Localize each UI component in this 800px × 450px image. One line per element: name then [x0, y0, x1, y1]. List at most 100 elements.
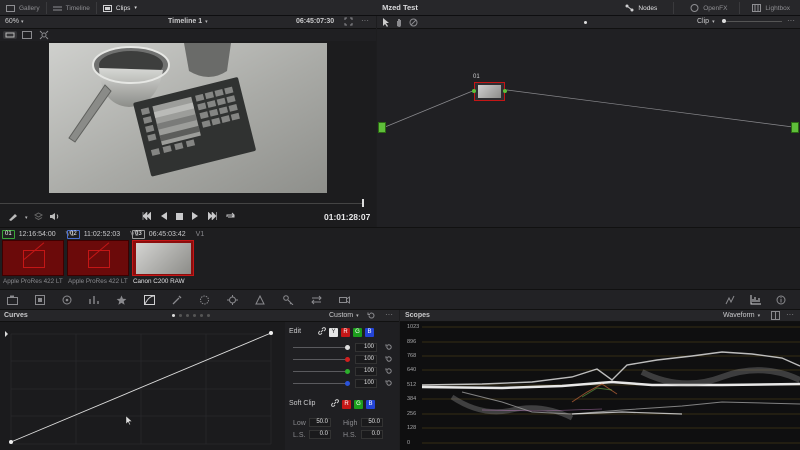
- lightbox-label: Lightbox: [765, 4, 790, 12]
- node-graph[interactable]: 01: [377, 29, 800, 227]
- channel-r-button[interactable]: R: [341, 327, 350, 337]
- chevron-down-icon: ▾: [134, 5, 137, 11]
- timeline-dropdown[interactable]: Timeline 1 ▾: [168, 18, 208, 25]
- timeline-icon: [52, 6, 62, 10]
- scope-scale-label: 384: [407, 396, 417, 402]
- clip-strip: 01 12:16:54:00 V1 Apple ProRes 422 LT 02 1…: [0, 227, 800, 289]
- channel-intensity-field[interactable]: 100: [355, 367, 377, 376]
- clips-button[interactable]: Clips ▾: [97, 0, 143, 16]
- single-view-icon[interactable]: [22, 31, 32, 41]
- motion-effects-icon[interactable]: [116, 295, 127, 307]
- color-wheels-icon[interactable]: [62, 295, 72, 307]
- softclip-g-button[interactable]: G: [354, 399, 363, 409]
- node-01[interactable]: [472, 82, 507, 101]
- stop-icon[interactable]: [176, 212, 183, 222]
- channel-y-button[interactable]: Y: [329, 327, 338, 337]
- link-icon[interactable]: [318, 327, 326, 337]
- curves-preset-dropdown[interactable]: Custom ▾: [329, 312, 359, 319]
- lightbox-button[interactable]: Lightbox: [746, 0, 800, 16]
- bypass-icon[interactable]: [409, 18, 418, 29]
- clip-thumbnail[interactable]: [2, 240, 64, 276]
- node-output-port[interactable]: [791, 122, 799, 133]
- channel-intensity-slider[interactable]: [293, 383, 347, 384]
- channel-intensity-slider[interactable]: [293, 359, 347, 360]
- 3d-icon[interactable]: [339, 295, 350, 307]
- zoom-dropdown[interactable]: 60% ▾: [5, 18, 24, 25]
- curves-graph[interactable]: [0, 322, 285, 450]
- hand-icon[interactable]: [395, 18, 403, 29]
- timeline-button[interactable]: Timeline: [47, 0, 96, 16]
- fullscreen-icon[interactable]: [344, 17, 353, 28]
- low-label: Low: [293, 420, 306, 427]
- scope-type-dropdown[interactable]: Waveform ▾: [723, 312, 760, 319]
- softclip-b-button[interactable]: B: [366, 399, 375, 409]
- reset-icon[interactable]: [385, 355, 393, 365]
- camera-raw-icon[interactable]: [7, 295, 18, 307]
- more-options-icon[interactable]: ···: [787, 16, 795, 25]
- node-zoom-slider[interactable]: [722, 21, 782, 22]
- playhead[interactable]: [362, 199, 364, 207]
- split-view-icon[interactable]: [3, 31, 17, 39]
- scopes-icon[interactable]: [750, 295, 761, 307]
- more-options-icon[interactable]: ···: [786, 310, 794, 319]
- slider-handle[interactable]: [345, 369, 350, 374]
- node-zoom-handle[interactable]: [722, 19, 726, 23]
- more-options-icon[interactable]: ···: [361, 16, 369, 25]
- node-mode-dropdown[interactable]: Clip ▾: [697, 18, 715, 25]
- reset-icon[interactable]: [385, 343, 393, 353]
- zoom-value: 60%: [5, 18, 20, 25]
- slider-handle[interactable]: [345, 357, 350, 362]
- slider-handle[interactable]: [345, 345, 350, 350]
- reset-icon[interactable]: [367, 311, 376, 322]
- window-icon[interactable]: [199, 295, 210, 307]
- pointer-icon[interactable]: [382, 18, 389, 29]
- softclip-r-button[interactable]: R: [342, 399, 351, 409]
- pen-tool-icon[interactable]: [8, 212, 19, 223]
- volume-icon[interactable]: [49, 212, 59, 223]
- viewer-canvas[interactable]: [0, 41, 376, 204]
- qualifier-icon[interactable]: [172, 295, 182, 307]
- playback-controls: [142, 211, 235, 222]
- loop-icon[interactable]: [226, 212, 235, 222]
- rgb-mixer-icon[interactable]: [89, 295, 99, 307]
- curves-header: Curves Custom ▾ ···: [0, 310, 399, 322]
- channel-intensity-field[interactable]: 100: [355, 379, 377, 388]
- color-match-icon[interactable]: [35, 295, 45, 307]
- info-icon[interactable]: [776, 295, 786, 307]
- curves-icon[interactable]: [144, 295, 155, 307]
- slider-handle[interactable]: [345, 381, 350, 386]
- node-input-port[interactable]: [378, 122, 386, 133]
- channel-intensity-slider[interactable]: [293, 347, 347, 348]
- more-options-icon[interactable]: ···: [385, 310, 393, 319]
- scrubber-track[interactable]: [0, 203, 363, 204]
- blur-icon[interactable]: [255, 294, 266, 307]
- tracker-icon[interactable]: [227, 295, 238, 307]
- high-field[interactable]: 50.0: [361, 418, 383, 427]
- play-icon[interactable]: [192, 212, 199, 222]
- link-icon[interactable]: [331, 399, 339, 409]
- openfx-button[interactable]: OpenFX: [684, 0, 733, 16]
- channel-intensity-field[interactable]: 100: [355, 343, 377, 352]
- sizing-icon[interactable]: [311, 295, 322, 307]
- clip-thumbnail[interactable]: [132, 240, 194, 276]
- channel-intensity-slider[interactable]: [293, 371, 347, 372]
- nodes-button[interactable]: Nodes: [619, 0, 663, 16]
- chevron-down-icon[interactable]: ▾: [25, 215, 28, 221]
- channel-intensity-field[interactable]: 100: [355, 355, 377, 364]
- reset-icon[interactable]: [385, 379, 393, 389]
- gallery-button[interactable]: Gallery: [0, 0, 46, 16]
- clip-thumbnail[interactable]: [67, 240, 129, 276]
- play-reverse-icon[interactable]: [160, 212, 167, 222]
- hs-field[interactable]: 0.0: [361, 430, 383, 439]
- scope-layout-icon[interactable]: [771, 311, 780, 322]
- low-field[interactable]: 50.0: [309, 418, 331, 427]
- layers-icon[interactable]: [33, 212, 43, 223]
- color-warper-icon[interactable]: [725, 295, 735, 307]
- skip-to-end-icon[interactable]: [207, 211, 217, 222]
- channel-b-button[interactable]: B: [365, 327, 374, 337]
- reset-icon[interactable]: [385, 367, 393, 377]
- channel-g-button[interactable]: G: [353, 327, 362, 337]
- ls-field[interactable]: 0.0: [309, 430, 331, 439]
- key-icon[interactable]: [283, 295, 294, 307]
- skip-to-start-icon[interactable]: [142, 211, 152, 222]
